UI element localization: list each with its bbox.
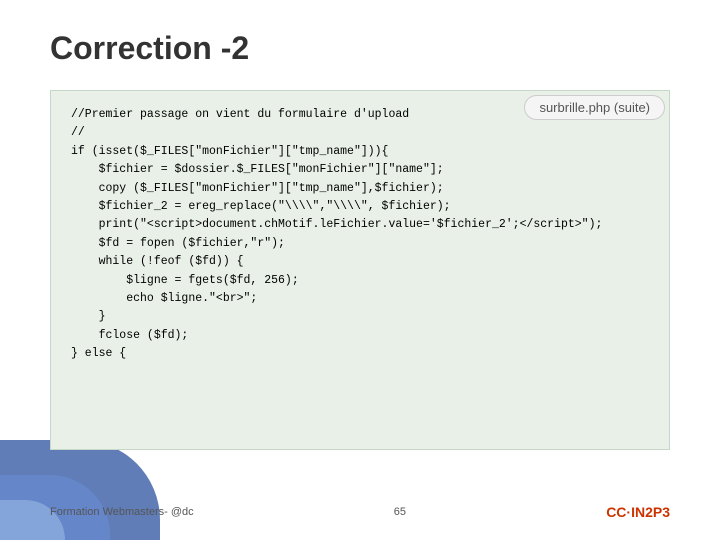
footer-page-number: 65 xyxy=(394,506,406,518)
badge: surbrille.php (suite) xyxy=(524,95,665,120)
footer-logo: CC·IN2P3 xyxy=(606,504,670,520)
footer-left: Formation Webmasters- @dc xyxy=(50,506,194,518)
code-block: //Premier passage on vient du formulaire… xyxy=(71,106,649,363)
code-container: //Premier passage on vient du formulaire… xyxy=(50,90,670,450)
footer: Formation Webmasters- @dc 65 CC·IN2P3 xyxy=(50,504,670,520)
page-title: Correction -2 xyxy=(50,30,249,67)
